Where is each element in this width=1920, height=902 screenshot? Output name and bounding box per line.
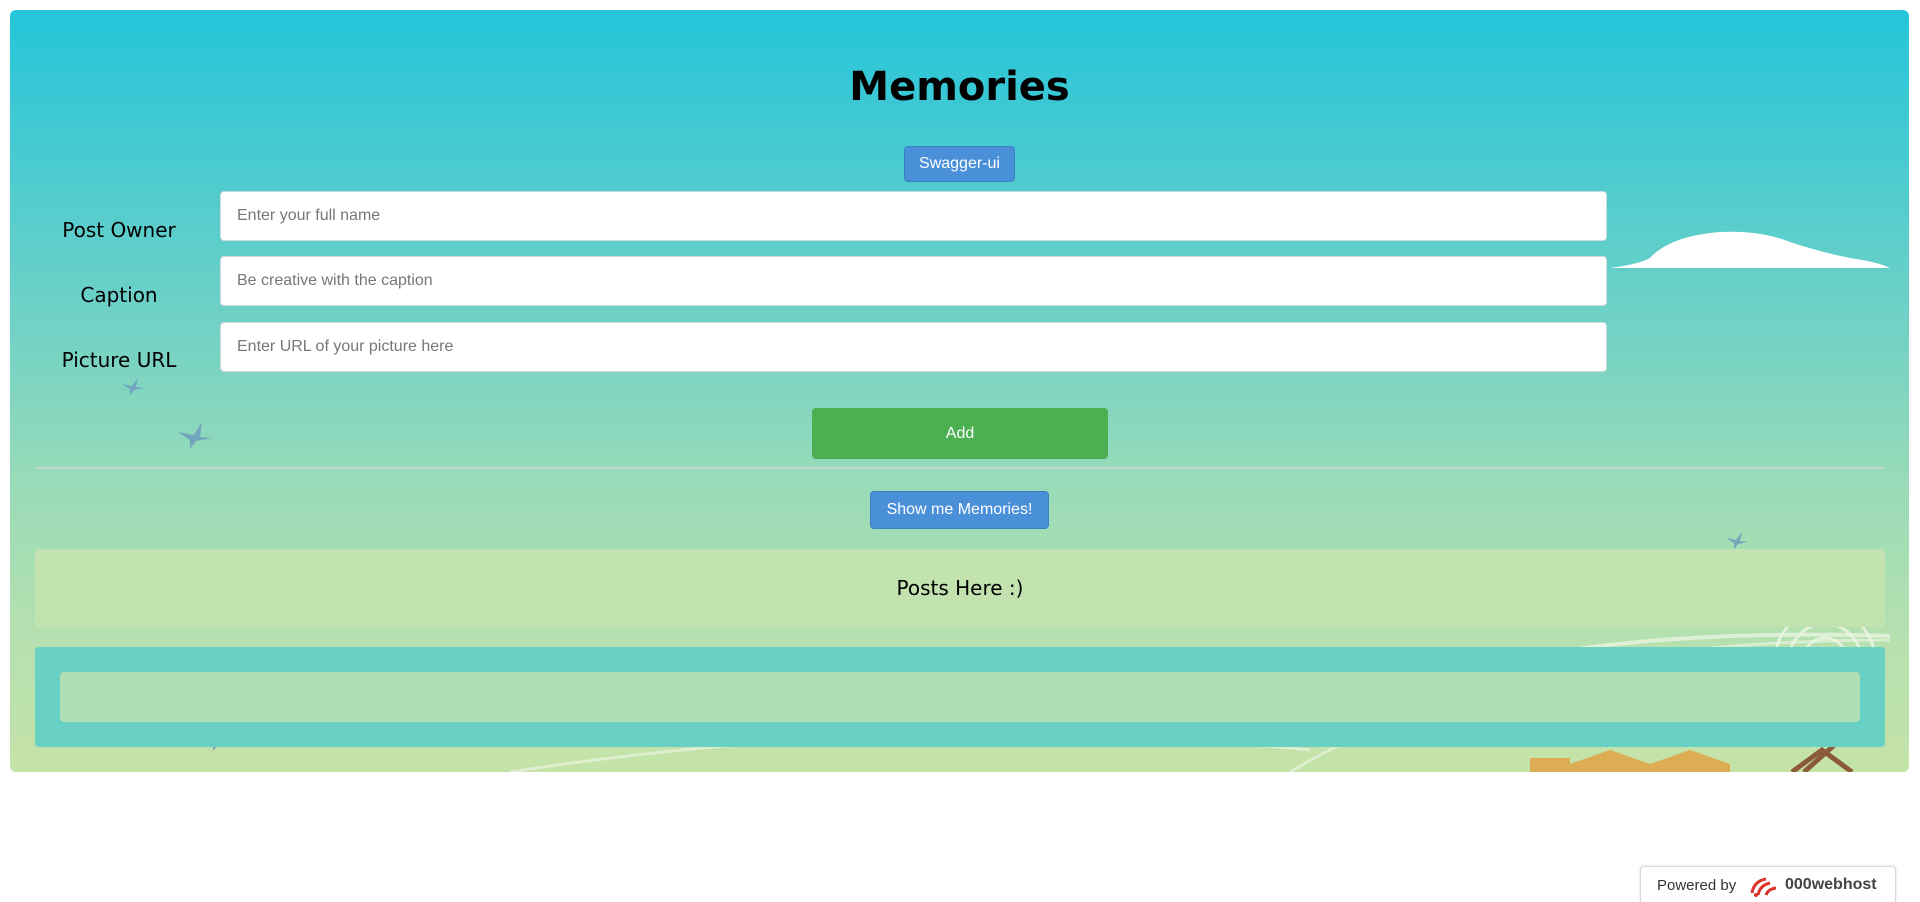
post-owner-input[interactable] bbox=[220, 191, 1607, 241]
picture-url-input[interactable] bbox=[220, 322, 1607, 372]
powered-by-badge[interactable]: Powered by 000webhost bbox=[1640, 866, 1896, 902]
bird-decoration bbox=[122, 378, 144, 395]
post-placeholder bbox=[60, 672, 1860, 722]
webhost-logo-icon bbox=[1750, 877, 1777, 897]
bird-decoration bbox=[1726, 532, 1748, 549]
bird-decoration bbox=[178, 422, 212, 449]
caption-input[interactable] bbox=[220, 256, 1607, 306]
cloud-decoration bbox=[1610, 231, 1890, 268]
add-button[interactable]: Add bbox=[812, 408, 1108, 459]
page-title: Memories bbox=[849, 64, 1070, 110]
posts-header: Posts Here :) bbox=[35, 549, 1885, 627]
swagger-ui-button[interactable]: Swagger-ui bbox=[904, 146, 1015, 182]
divider bbox=[35, 467, 1885, 469]
caption-label: Caption bbox=[80, 283, 158, 307]
show-memories-button[interactable]: Show me Memories! bbox=[870, 491, 1049, 529]
powered-by-label: Powered by bbox=[1657, 877, 1737, 894]
posts-container bbox=[35, 647, 1885, 747]
app-card: Memories Swagger-ui Post Owner Caption P… bbox=[10, 10, 1909, 772]
picture-url-label: Picture URL bbox=[61, 348, 177, 372]
webhost-brand-label: 000webhost bbox=[1785, 876, 1877, 893]
post-owner-label: Post Owner bbox=[62, 218, 176, 242]
